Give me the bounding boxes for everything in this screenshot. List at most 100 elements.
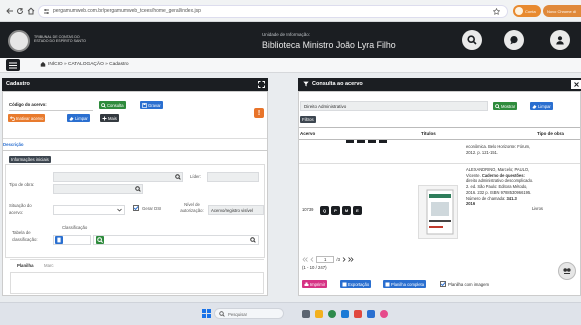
tabela-picker-button[interactable] [55,236,63,244]
row-tool[interactable] [379,140,387,143]
search-icon [467,35,477,45]
logo-text: TRIBUNAL DE CONTAS DO ESTADO DO ESPÍRITO… [34,35,86,44]
classificacao-input[interactable] [93,235,259,245]
row-tool-q-button[interactable]: Q [320,206,329,215]
situacao-select[interactable] [53,205,125,215]
exportacao-button[interactable]: Exportação [340,280,372,288]
filter-icon [303,81,309,87]
consulta-search-input[interactable]: Direito Administrativo [300,101,488,111]
divider [3,138,267,139]
file-explorer-icon[interactable] [315,310,323,318]
search-icon[interactable] [175,174,181,180]
profile-button[interactable]: Conta [513,5,541,17]
tab-informacoes-iniciais[interactable]: Informações iniciais [9,156,51,163]
mostrar-button[interactable]: Mostrar [493,102,518,110]
pagination: 1 /3 [302,256,354,263]
expand-icon[interactable] [258,81,265,88]
unit-name: Biblioteca Ministro João Lyra Filho [262,40,396,50]
consulta-panel-header: Consulta ao acervo [298,78,581,91]
app-icon[interactable] [380,310,388,318]
tab-marc[interactable]: Marc [44,263,54,268]
tipo-obra-input[interactable] [53,184,143,194]
bookmark-star-icon[interactable] [493,8,500,15]
store-icon[interactable] [354,310,362,318]
codigo-input[interactable] [9,110,93,111]
search-icon[interactable] [250,237,256,243]
table-row-prev-text: econômica. Belo Horizonte: Fórum, 2012. … [466,144,531,155]
home-icon[interactable] [27,7,35,15]
print-icon [304,282,309,287]
row-tool-e-button[interactable]: E [353,206,362,215]
profile-label: Conta [525,8,536,14]
reload-icon[interactable] [16,7,24,15]
limpar-button[interactable]: Limpar [67,114,90,122]
unit-label: Unidade de Informação: [262,32,311,37]
gerar-dsi-checkbox[interactable] [133,205,139,211]
row-acervo-number: 10739 [302,207,314,212]
site-info-icon[interactable] [43,8,50,15]
column-header-titulos[interactable]: Títulos [421,131,436,136]
row-tool-m-button[interactable]: M [342,206,351,215]
consulta-button[interactable]: Consulta [99,101,126,109]
spreadsheet-icon [385,282,390,287]
divider [299,139,580,140]
row-tool-p-button[interactable]: P [331,206,340,215]
page-input[interactable]: 1 [316,256,335,263]
outlook-icon[interactable] [367,310,375,318]
task-view-icon[interactable] [302,310,310,318]
inativar-button[interactable]: Inativar acervo [8,114,46,122]
windows-start-icon[interactable] [202,309,211,318]
search-icon [97,237,104,244]
first-page-icon[interactable] [302,257,308,262]
row-tool[interactable] [368,140,376,143]
eraser-icon [532,104,537,109]
filtros-toggle[interactable]: Filtros [300,116,316,123]
lider-lookup-input[interactable] [53,172,183,182]
tipo-obra-label: Tipo de obra: [9,182,35,187]
imprimir-button[interactable]: Imprimir [302,280,328,288]
taskbar-search[interactable]: Pesquisar [214,308,284,319]
menu-button[interactable] [6,59,20,71]
chevron-down-icon [117,208,122,212]
os-taskbar [0,302,581,325]
check-icon [133,206,139,211]
check-icon [440,282,446,287]
search-icon [495,103,500,109]
home-icon[interactable] [40,61,46,67]
mais-button[interactable]: Mais [100,114,119,122]
warning-button[interactable]: ! [254,108,264,118]
gravar-button[interactable]: Gravar [140,101,163,109]
tabela-classificacao-label: Tabela de classificação: [12,230,38,242]
book-cover-image[interactable] [418,185,458,239]
prev-page-icon[interactable] [310,257,314,262]
search-icon[interactable] [135,186,141,192]
gerar-dsi-label: Gerar DSI [142,206,162,211]
row-tool[interactable] [357,140,365,143]
chrome-icon[interactable] [328,310,336,318]
tab-planilha[interactable]: Planilha [17,263,33,268]
planilha-completa-button[interactable]: Planilha completa [383,280,427,288]
last-page-icon[interactable] [348,257,354,262]
column-header-acervo[interactable]: Acervo [300,131,315,136]
tribunal-logo[interactable] [8,30,30,52]
assistant-button[interactable] [558,262,576,280]
divider [3,150,267,151]
lider-input[interactable] [207,172,259,182]
planilha-imagem-checkbox[interactable] [440,281,446,287]
edge-icon[interactable] [341,310,349,318]
nivel-autorizacao-select[interactable]: Acervo/registro visível [208,205,264,215]
next-page-icon[interactable] [342,257,346,262]
column-header-tipo[interactable]: Tipo de obra [537,131,564,136]
browser-update-button[interactable]: Novo Chrome di [543,5,581,17]
row-tool[interactable] [346,140,354,143]
header-search-button[interactable] [462,30,482,50]
tab-descricao[interactable]: Descrição [3,142,24,147]
back-arrow-icon[interactable] [6,7,14,15]
header-user-button[interactable] [550,30,570,50]
classificacao-label: Classificação [62,225,88,230]
close-button[interactable] [571,80,581,89]
classificacao-search-button[interactable] [96,236,104,244]
consulta-limpar-button[interactable]: Limpar [530,102,553,110]
lider-label: Líder: [190,174,201,179]
header-chat-button[interactable] [504,30,524,50]
